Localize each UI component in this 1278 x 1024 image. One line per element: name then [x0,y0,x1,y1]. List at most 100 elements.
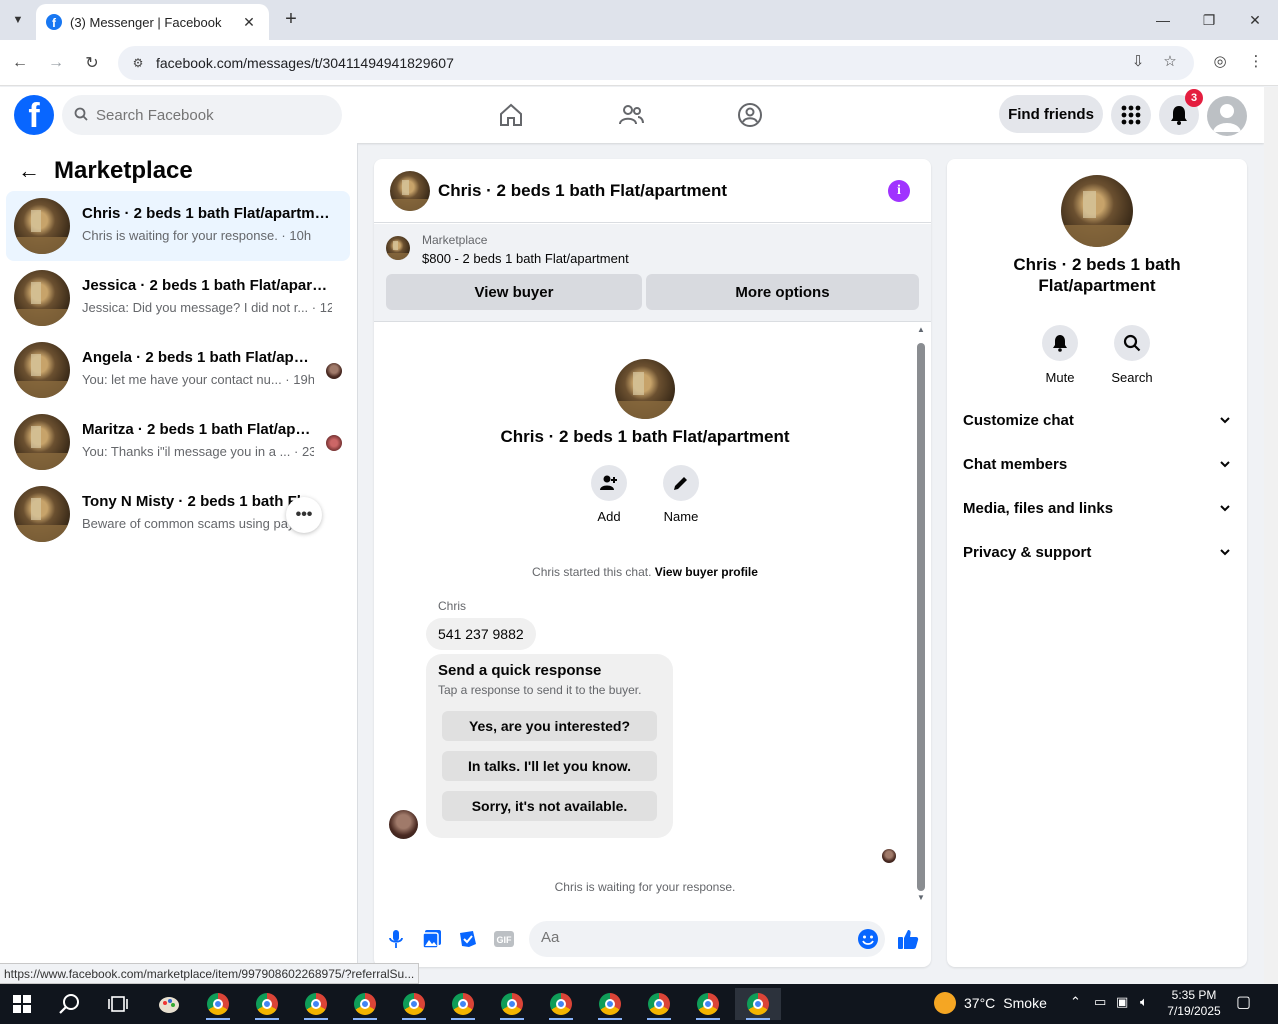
site-info-icon[interactable]: ⚙ [126,51,150,75]
menu-grid-icon[interactable] [1111,95,1151,135]
message-input-box[interactable] [529,921,885,957]
chrome-app-icon[interactable] [394,988,434,1020]
bookmark-star-icon[interactable]: ☆ [1159,50,1181,72]
scroll-down-arrow-icon[interactable]: ▼ [917,893,925,902]
chrome-menu-icon[interactable]: ⋮ [1245,50,1267,72]
quick-response-option[interactable]: Sorry, it's not available. [442,791,657,821]
chrome-app-icon-active[interactable] [735,988,781,1020]
add-person-icon [591,465,627,501]
link-status-url: https://www.facebook.com/marketplace/ite… [0,963,420,984]
listing-price-title[interactable]: $800 - 2 beds 1 bath Flat/apartment [422,251,629,266]
media-files-links-row[interactable]: Media, files and links [963,490,1231,526]
quick-response-option[interactable]: In talks. I'll let you know. [442,751,657,781]
chrome-app-icon[interactable] [198,988,238,1020]
started-text: Chris started this chat. [532,565,652,579]
friends-icon[interactable] [615,99,647,131]
emoji-icon[interactable] [857,928,879,950]
conversation-item[interactable]: Jessica · 2 beds 1 bath Flat/apartm... J… [6,263,350,333]
message-bubble[interactable]: 541 237 9882 [426,618,536,650]
message-input[interactable] [541,929,841,946]
info-icon[interactable]: i [888,180,910,202]
chat-started-notice: Chris started this chat. View buyer prof… [374,565,916,579]
taskbar-search-icon[interactable] [50,988,90,1020]
facebook-favicon-icon: f [46,14,62,30]
chrome-app-icon[interactable] [492,988,532,1020]
chrome-app-icon[interactable] [590,988,630,1020]
conversation-snippet: Chris is waiting for your response. · 10… [82,228,312,243]
back-arrow-icon[interactable]: ← [18,158,40,184]
conversation-item[interactable]: Angela · 2 beds 1 bath Flat/apar... You:… [6,335,350,405]
temperature: 37°C [964,995,996,1011]
close-window-icon[interactable]: ✕ [1232,8,1278,32]
install-app-icon[interactable]: ⇩ [1127,50,1149,72]
microphone-icon[interactable] [384,927,408,951]
paint-app-icon[interactable] [149,988,189,1020]
chrome-app-icon[interactable] [345,988,385,1020]
browser-tab[interactable]: f (3) Messenger | Facebook ✕ [36,4,269,40]
marketplace-chats-panel: ← Marketplace Chris · 2 beds 1 bath Flat… [0,143,358,963]
customize-chat-row[interactable]: Customize chat [963,402,1231,438]
quick-response-title: Send a quick response [438,662,602,679]
mute-button[interactable]: Mute [1030,325,1090,385]
chrome-app-icon[interactable] [541,988,581,1020]
tab-title: (3) Messenger | Facebook [70,14,222,30]
network-icon[interactable]: ▣ [1116,994,1128,1010]
add-person-button[interactable]: Add [579,465,639,524]
account-avatar[interactable] [1207,96,1247,136]
new-tab-button[interactable]: + [280,8,302,30]
forward-icon[interactable]: → [45,52,67,74]
chrome-app-icon[interactable] [639,988,679,1020]
page-scrollbar[interactable] [1264,87,1278,984]
conversation-item[interactable]: Chris · 2 beds 1 bath Flat/apartment Chr… [6,191,350,261]
facebook-search-box[interactable] [62,95,342,135]
edit-name-button[interactable]: Name [651,465,711,524]
home-icon[interactable] [495,99,527,131]
view-buyer-button[interactable]: View buyer [386,274,642,310]
chrome-app-icon[interactable] [443,988,483,1020]
search-icon [1114,325,1150,361]
search-in-chat-button[interactable]: Search [1102,325,1162,385]
chat-scrollbar[interactable] [917,343,925,891]
scroll-up-arrow-icon[interactable]: ▲ [917,325,925,334]
chat-avatar[interactable] [390,171,430,211]
chat-title[interactable]: Chris · 2 beds 1 bath Flat/apartment [438,181,727,201]
privacy-support-row[interactable]: Privacy & support [963,534,1231,570]
view-buyer-profile-link[interactable]: View buyer profile [655,565,758,579]
restore-icon[interactable]: ❐ [1186,8,1232,32]
facebook-logo-icon[interactable]: f [14,95,54,135]
quick-response-option[interactable]: Yes, are you interested? [442,711,657,741]
close-tab-icon[interactable]: ✕ [239,14,259,31]
windows-start-icon[interactable] [2,988,42,1020]
tab-search-dropdown[interactable]: ▼ [6,8,30,32]
reload-icon[interactable]: ↻ [81,52,103,74]
volume-icon[interactable]: 🔈︎ [1140,994,1148,1010]
profile-icon[interactable]: ◎ [1209,50,1231,72]
conversation-item[interactable]: Maritza · 2 beds 1 bath Flat/apar... You… [6,407,350,477]
thumbs-up-icon[interactable] [896,927,920,951]
chrome-app-icon[interactable] [247,988,287,1020]
weather-widget[interactable]: 37°C Smoke [934,992,1047,1014]
notification-center-icon[interactable]: ▢ [1236,992,1251,1012]
chrome-app-icon[interactable] [688,988,728,1020]
intro-name: Chris · 2 beds 1 bath Flat/apartment [500,427,790,446]
chat-members-row[interactable]: Chat members [963,446,1231,482]
task-view-icon[interactable] [98,988,138,1020]
gif-icon[interactable]: GIF [492,927,516,951]
system-clock[interactable]: 5:35 PM 7/19/2025 [1162,987,1226,1019]
find-friends-button[interactable]: Find friends [999,95,1103,133]
minimize-icon[interactable]: — [1140,8,1186,32]
back-icon[interactable]: ← [9,52,31,74]
address-bar[interactable]: ⚙ facebook.com/messages/t/30411494941829… [118,46,1194,80]
meet-now-icon[interactable]: ▭ [1094,994,1106,1010]
chevron-down-icon [1220,505,1230,512]
conversation-options-icon[interactable]: ••• [286,497,322,533]
show-hidden-icons-chevron-icon[interactable]: ⌃ [1070,994,1081,1010]
photo-icon[interactable] [420,927,444,951]
more-options-button[interactable]: More options [646,274,919,310]
search-label: Search [1111,370,1153,385]
groups-icon[interactable] [734,99,766,131]
chrome-app-icon[interactable] [296,988,336,1020]
mute-label: Mute [1045,370,1075,385]
sticker-icon[interactable] [456,927,480,951]
search-input[interactable] [96,106,296,124]
